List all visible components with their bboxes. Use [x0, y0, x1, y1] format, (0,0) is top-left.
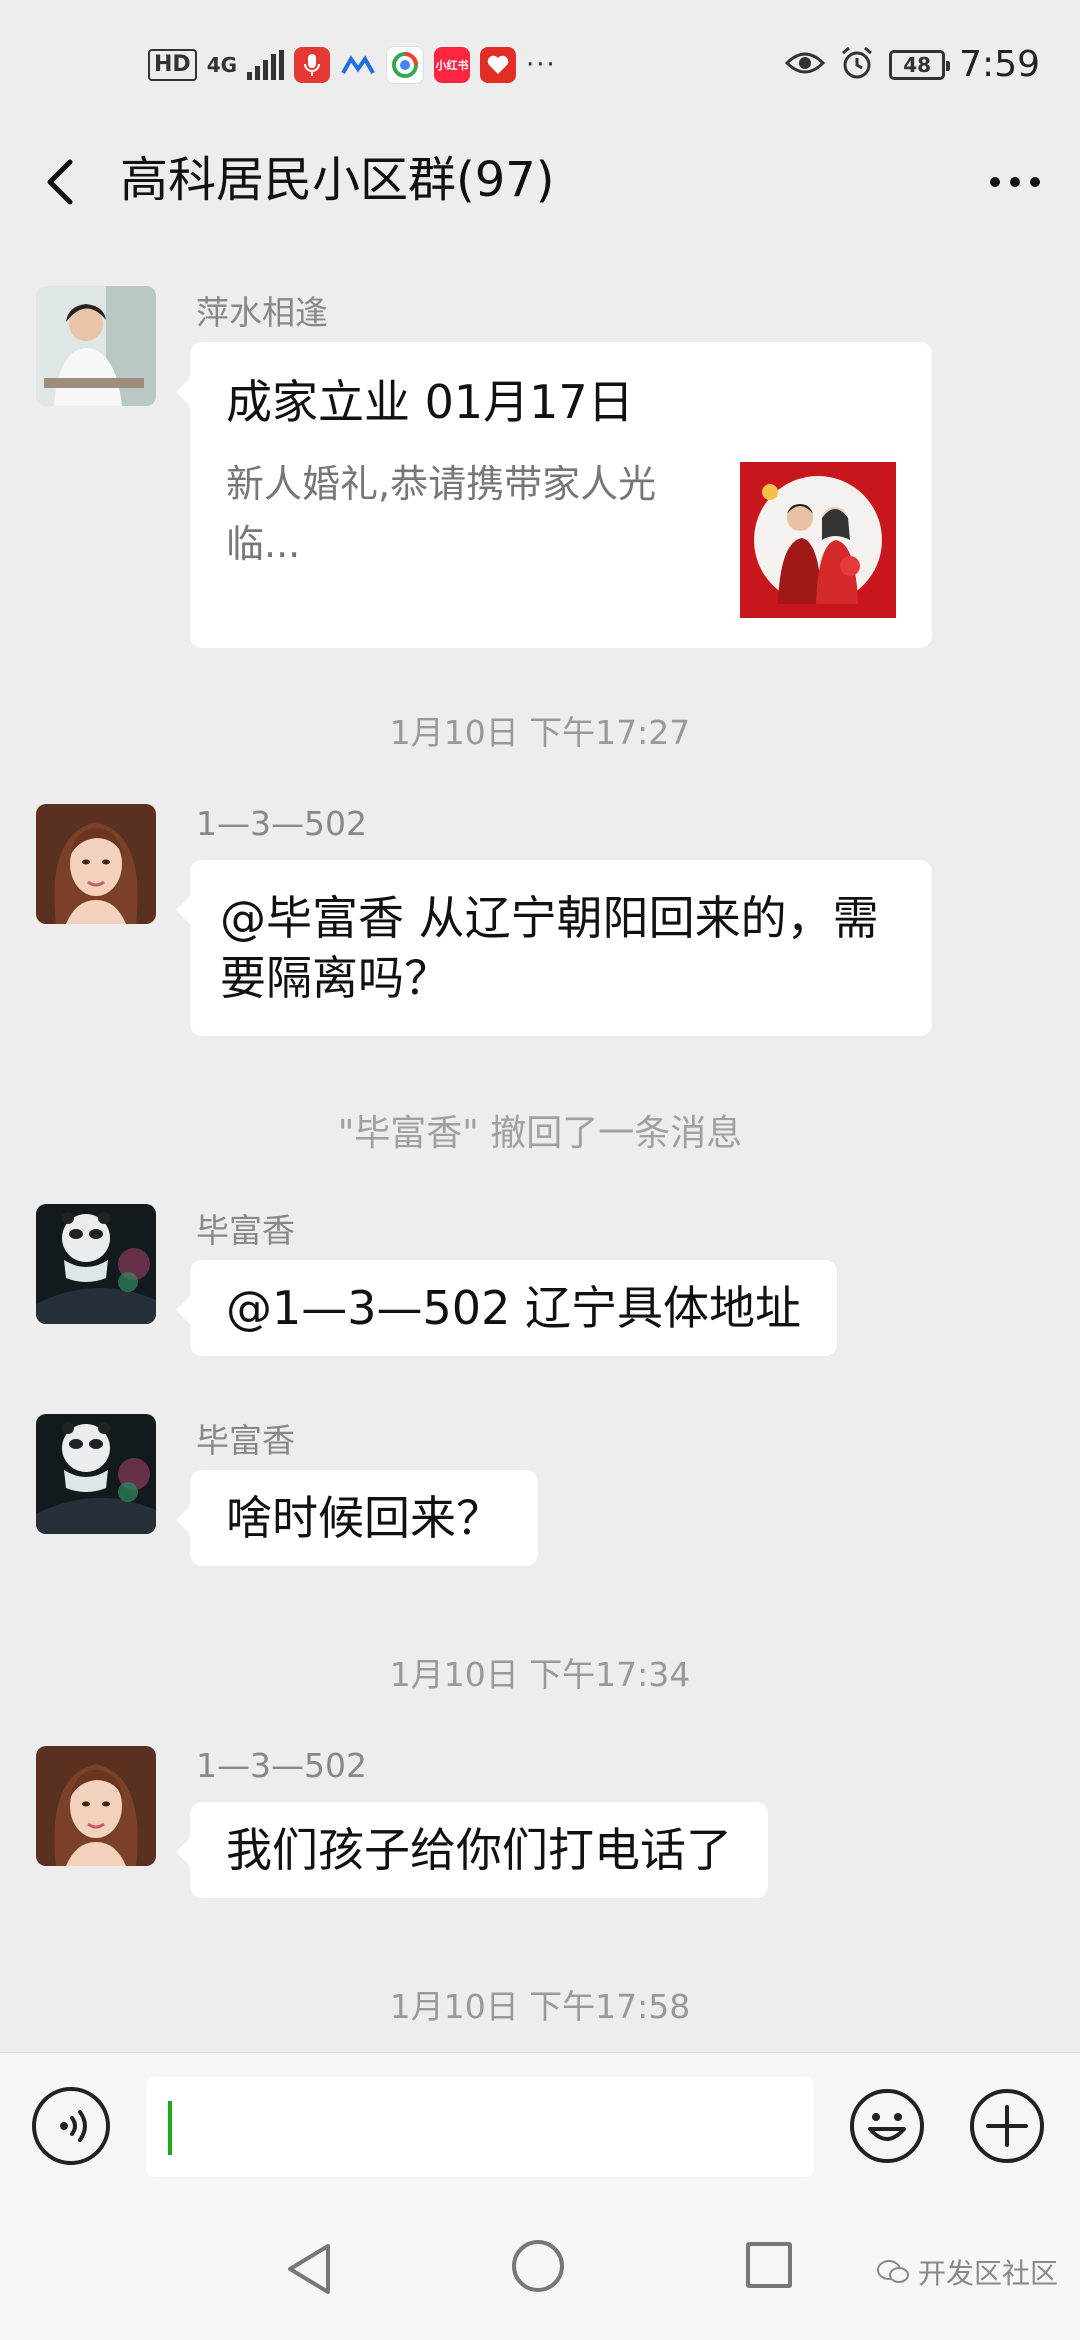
- battery-icon: 48: [889, 49, 951, 80]
- card-description: 新人婚礼,恭请携带家人光临...: [226, 462, 657, 566]
- timestamp: 1月10日 下午17:58: [389, 1987, 691, 2026]
- message-text: @毕富香 从辽宁朝阳回来的，需要隔离吗？: [220, 891, 879, 1005]
- nav-back-button[interactable]: [284, 2242, 334, 2300]
- emoji-button[interactable]: [848, 2087, 926, 2165]
- watermark-text: 开发区社区: [917, 2257, 1058, 2290]
- system-nav-bar: 开发区社区: [0, 2202, 1080, 2340]
- signal-icon: [247, 50, 285, 80]
- message-bubble[interactable]: @毕富香 从辽宁朝阳回来的，需要隔离吗？: [176, 860, 932, 1036]
- message-bubble[interactable]: 我们孩子给你们打电话了: [176, 1802, 768, 1898]
- status-left: HD 4G 小红书 ···: [148, 46, 557, 84]
- text-caret: [168, 2101, 172, 2155]
- triangle-back-icon: [288, 2244, 330, 2294]
- wechat-logo-icon: [876, 2260, 909, 2283]
- avatar-woman-portrait-icon: [36, 804, 156, 924]
- status-right: 48 7:59: [785, 44, 1040, 85]
- blue-app-icon: [340, 47, 376, 83]
- clock: 7:59: [959, 44, 1040, 85]
- card-title: 成家立业 01月17日: [226, 375, 634, 429]
- avatar-woman-portrait-icon: [36, 1746, 156, 1866]
- chat-title: 高科居民小区群(97): [120, 152, 555, 208]
- more-notifications-icon: ···: [526, 50, 557, 80]
- message-text: @1—3—502 辽宁具体地址: [226, 1281, 801, 1335]
- avatar-panda-lantern-icon: [36, 1414, 156, 1534]
- avatar[interactable]: [36, 1204, 156, 1324]
- chat-header: 高科居民小区群(97): [0, 130, 1080, 230]
- back-arrow-icon: [47, 159, 73, 205]
- sender-name: 毕富香: [196, 1421, 295, 1460]
- timestamp: 1月10日 下午17:27: [389, 713, 691, 752]
- avatar[interactable]: [36, 286, 156, 406]
- dot-icon: [990, 177, 1000, 187]
- avatar-woman-white-icon: [36, 286, 156, 406]
- sender-name: 毕富香: [196, 1211, 295, 1250]
- dot-icon: [1010, 177, 1020, 187]
- message-bubble[interactable]: 啥时候回来？: [176, 1470, 538, 1566]
- voice-icon: [60, 2110, 87, 2142]
- pinduoduo-app-icon: [480, 47, 517, 83]
- nav-home-button[interactable]: [512, 2240, 564, 2292]
- watermark: 开发区社区: [876, 2252, 1058, 2292]
- more-options-button[interactable]: [980, 152, 1050, 212]
- recall-notice: "毕富香" 撤回了一条消息: [337, 1113, 743, 1154]
- message-input[interactable]: [146, 2077, 814, 2177]
- voice-input-button[interactable]: [32, 2087, 110, 2165]
- smiley-icon: [850, 2089, 924, 2163]
- sender-name: 萍水相逢: [196, 293, 328, 332]
- sender-name: 1—3—502: [196, 804, 367, 843]
- hd-indicator: HD: [148, 49, 197, 81]
- wedding-thumbnail: [740, 462, 896, 618]
- eye-comfort-icon: [785, 49, 826, 81]
- avatar-panda-lantern-icon: [36, 1204, 156, 1324]
- wedding-couple-image-icon: [740, 462, 896, 618]
- avatar[interactable]: [36, 1746, 156, 1866]
- network-type: 4G: [206, 53, 238, 77]
- avatar[interactable]: [36, 804, 156, 924]
- plus-icon: [970, 2089, 1044, 2163]
- colorful-app-icon: [386, 46, 425, 84]
- dot-icon: [1030, 177, 1040, 187]
- recorder-app-icon: [294, 47, 331, 83]
- back-button[interactable]: [34, 152, 94, 212]
- more-functions-button[interactable]: [968, 2087, 1046, 2165]
- xiaohongshu-app-icon: 小红书: [434, 47, 471, 83]
- nav-recents-button[interactable]: [746, 2242, 792, 2288]
- message-text: 我们孩子给你们打电话了: [226, 1823, 732, 1877]
- sender-name: 1—3—502: [196, 1746, 367, 1785]
- timestamp: 1月10日 下午17:34: [389, 1655, 691, 1694]
- wedding-card-bubble[interactable]: 成家立业 01月17日 新人婚礼,恭请携带家人光临...: [176, 342, 932, 648]
- message-bubble[interactable]: @1—3—502 辽宁具体地址: [176, 1260, 837, 1356]
- status-bar: HD 4G 小红书 ··· 48 7:59: [0, 0, 1080, 130]
- avatar[interactable]: [36, 1414, 156, 1534]
- alarm-icon: [839, 45, 875, 85]
- message-text: 啥时候回来？: [226, 1491, 502, 1545]
- input-bar: [0, 2052, 1080, 2203]
